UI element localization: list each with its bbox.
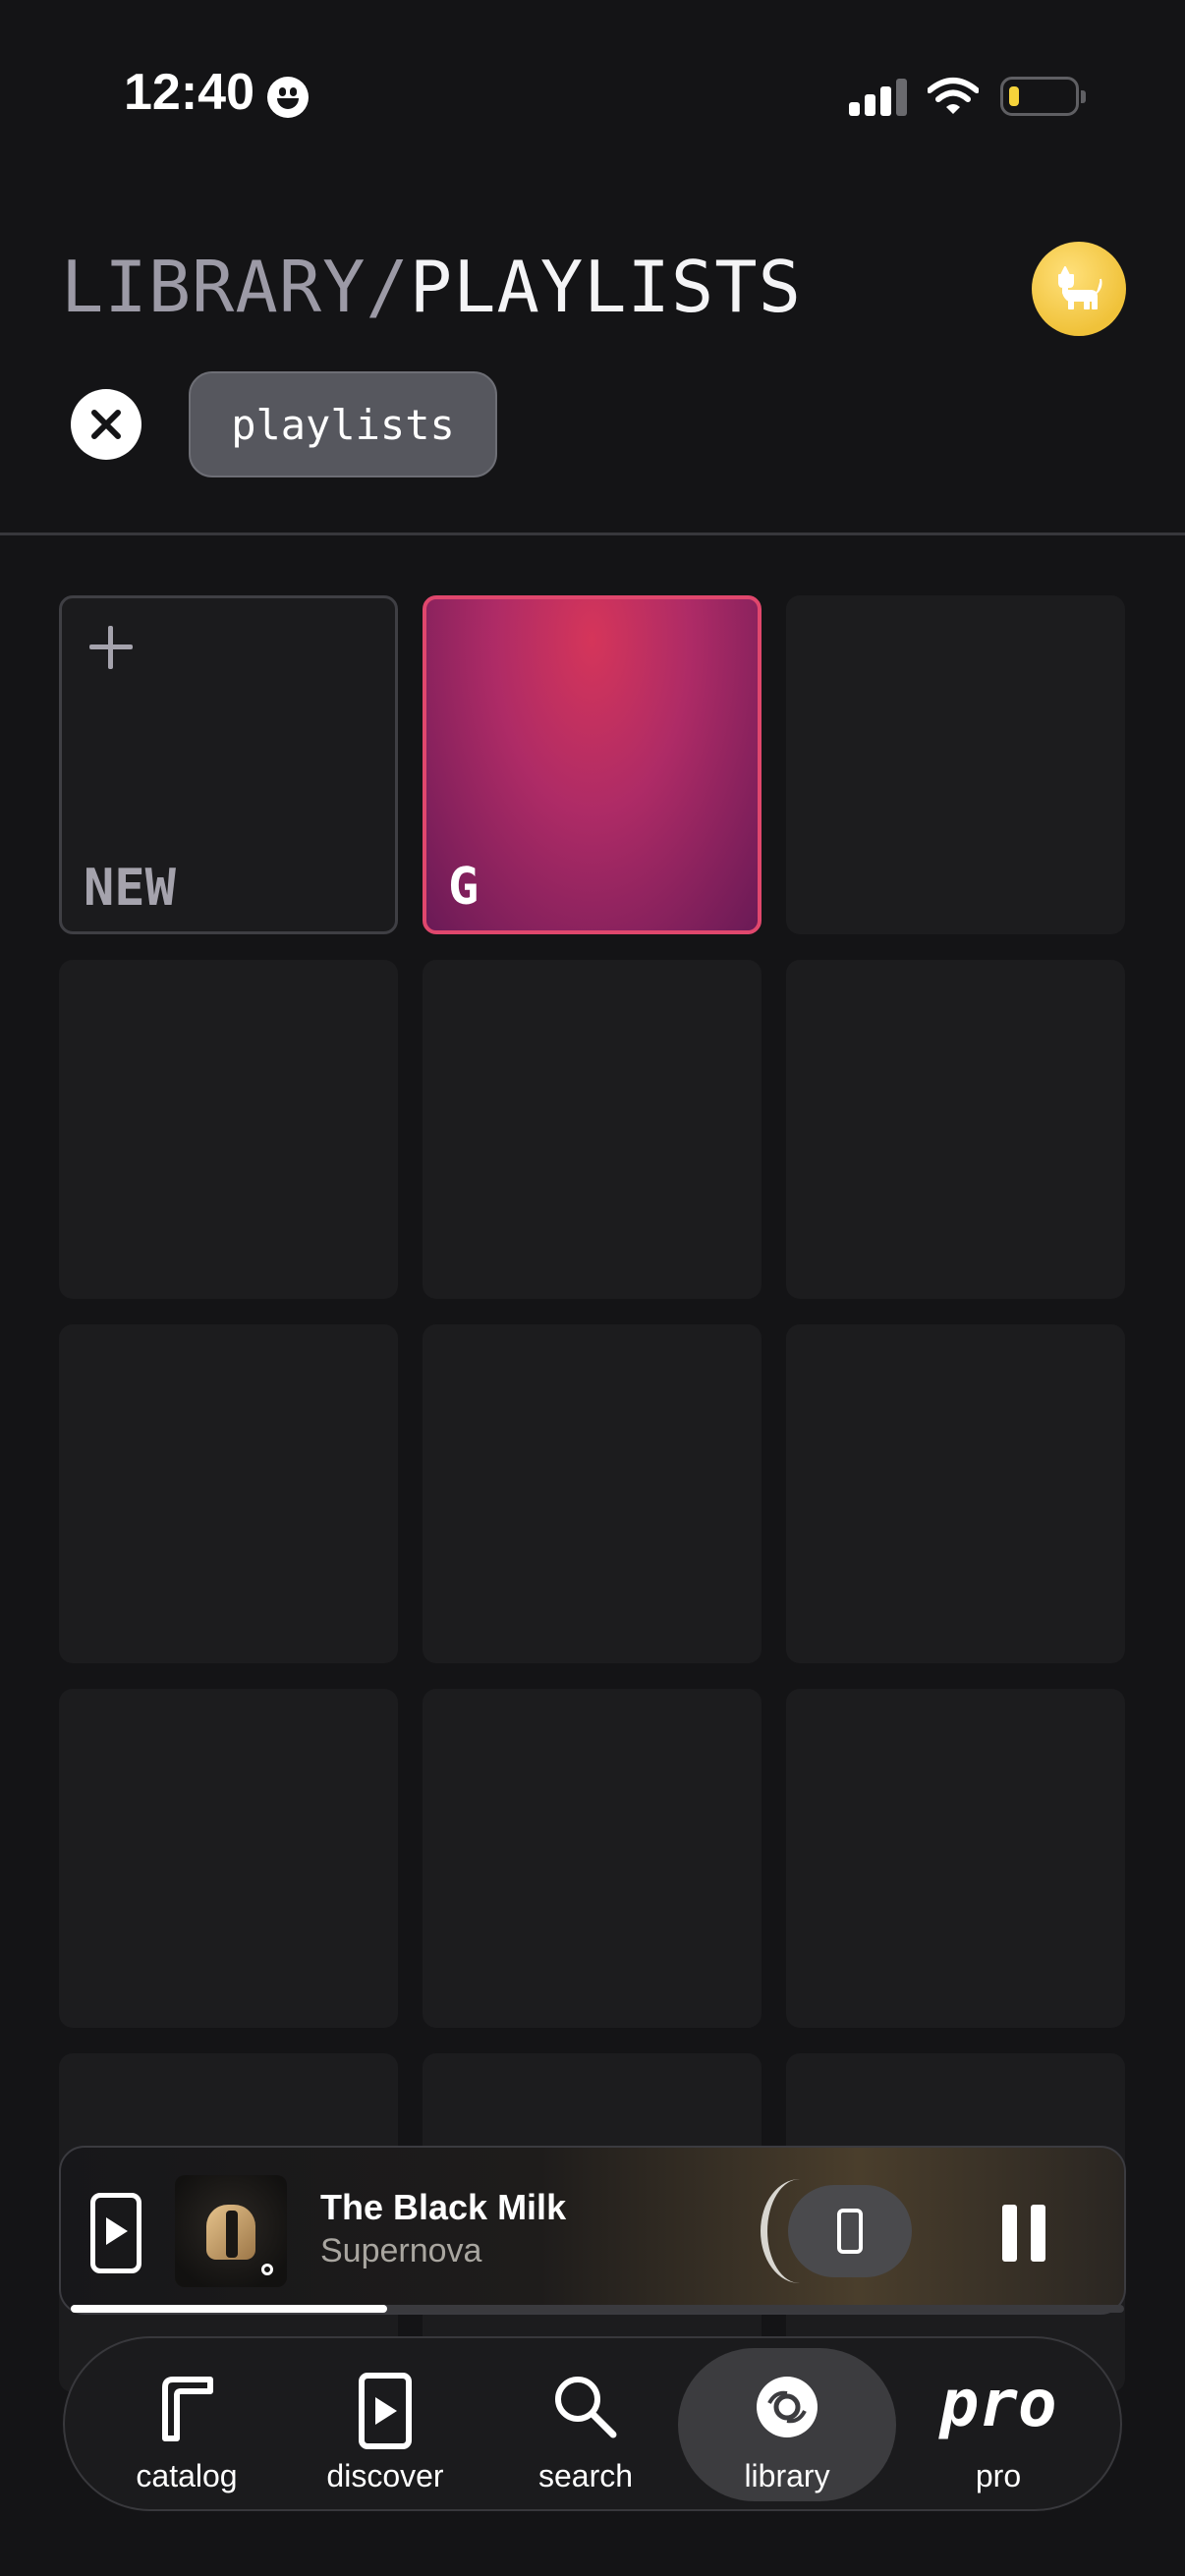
header-divider [0, 532, 1185, 535]
breadcrumb-library[interactable]: LIBRARY/ [61, 246, 410, 328]
discover-icon [359, 2373, 412, 2449]
track-title: The Black Milk [320, 2187, 567, 2227]
new-playlist-tile[interactable]: NEW [59, 595, 398, 934]
empty-tile [59, 960, 398, 1299]
now-playing-bar[interactable]: The Black Milk Supernova [59, 2146, 1126, 2315]
tab-pro-label: pro [975, 2458, 1022, 2493]
new-playlist-label: NEW [84, 859, 176, 918]
output-device-button[interactable] [788, 2185, 912, 2277]
vinyl-icon [757, 2377, 818, 2437]
close-icon [91, 410, 121, 439]
phone-icon [837, 2209, 863, 2254]
pro-logo: pro [939, 2366, 1057, 2441]
pause-icon [1002, 2205, 1017, 2262]
empty-tile [786, 960, 1125, 1299]
battery-icon [1000, 77, 1086, 116]
empty-tile [59, 1324, 398, 1663]
plus-icon [87, 624, 135, 671]
profile-avatar[interactable] [1032, 242, 1126, 336]
grinning-face-icon [267, 77, 309, 118]
cat-icon [1058, 266, 1102, 309]
tab-library[interactable]: library [678, 2348, 896, 2501]
playlist-tile[interactable]: G [423, 595, 762, 934]
tab-catalog-label: catalog [136, 2458, 238, 2493]
empty-tile [423, 1689, 762, 2028]
playback-progress-fill [71, 2305, 387, 2313]
tab-bar: catalog discover search library pro pro [63, 2336, 1122, 2511]
breadcrumb-playlists: PLAYLISTS [409, 246, 802, 328]
tab-discover[interactable]: discover [287, 2348, 483, 2501]
clear-filter-button[interactable] [71, 389, 141, 460]
empty-tile [786, 1689, 1125, 2028]
tab-search-label: search [537, 2458, 634, 2493]
status-time: 12:40 [124, 64, 254, 121]
empty-tile [786, 1324, 1125, 1663]
playback-progress[interactable] [71, 2305, 1124, 2313]
cellular-signal-icon [849, 77, 908, 116]
empty-tile [59, 1689, 398, 2028]
search-icon [555, 2377, 617, 2438]
playlist-grid: NEW G [59, 595, 1126, 2392]
discover-play-icon[interactable] [90, 2193, 141, 2273]
playlist-tile-label: G [448, 858, 480, 917]
wifi-icon [928, 78, 979, 114]
empty-tile [423, 1324, 762, 1663]
album-artwork [175, 2175, 287, 2287]
tab-pro[interactable]: pro pro [900, 2348, 1097, 2501]
catalog-icon [162, 2377, 213, 2441]
tab-discover-label: discover [326, 2458, 444, 2493]
empty-tile [786, 595, 1125, 934]
status-bar: 12:40 [0, 0, 1185, 187]
empty-tile [423, 960, 762, 1299]
page-title: LIBRARY/PLAYLISTS [61, 246, 802, 328]
filter-chip-playlists[interactable]: playlists [189, 371, 497, 477]
tab-search[interactable]: search [487, 2348, 684, 2501]
tab-library-label: library [744, 2458, 830, 2493]
tab-catalog[interactable]: catalog [88, 2348, 285, 2501]
track-artist: Supernova [320, 2232, 482, 2269]
pause-button[interactable] [1002, 2205, 1045, 2262]
